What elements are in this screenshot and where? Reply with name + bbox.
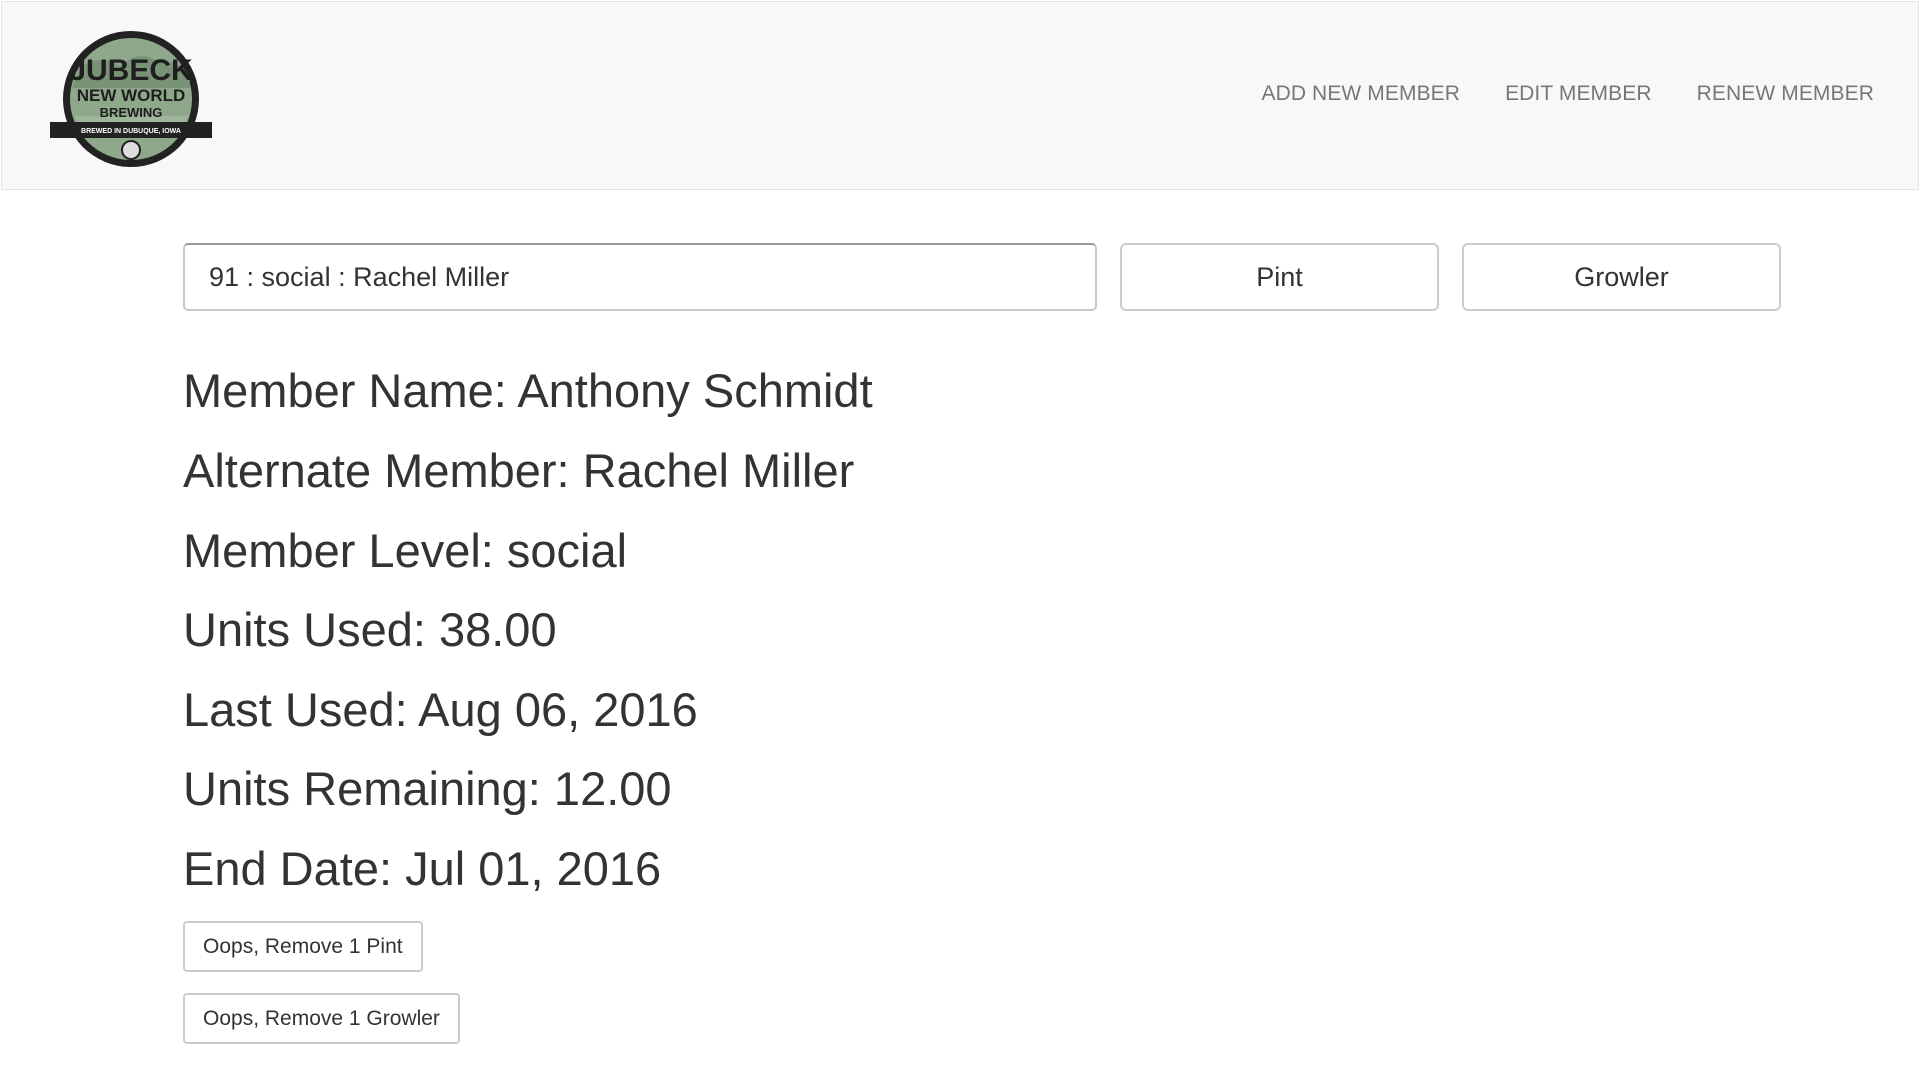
remove-growler-button[interactable]: Oops, Remove 1 Growler	[183, 993, 460, 1044]
brand-logo[interactable]: JUBECK NEW WORLD BREWING BREWED IN DUBUQ…	[50, 28, 212, 170]
nav-edit-member[interactable]: EDIT MEMBER	[1505, 82, 1652, 106]
growler-button[interactable]: Growler	[1462, 243, 1781, 311]
end-date: End Date: Jul 01, 2016	[183, 842, 662, 895]
pint-button[interactable]: Pint	[1120, 243, 1439, 311]
member-level: Member Level: social	[183, 524, 628, 577]
svg-text:NEW WORLD: NEW WORLD	[77, 86, 186, 105]
svg-text:BREWED IN DUBUQUE, IOWA: BREWED IN DUBUQUE, IOWA	[81, 128, 181, 135]
nav-links: ADD NEW MEMBER EDIT MEMBER RENEW MEMBER	[1261, 82, 1874, 106]
units-remaining: Units Remaining: 12.00	[183, 762, 672, 815]
svg-text:JUBECK: JUBECK	[69, 54, 193, 87]
member-name: Member Name: Anthony Schmidt	[183, 364, 873, 417]
remove-pint-button[interactable]: Oops, Remove 1 Pint	[183, 921, 423, 972]
navbar: JUBECK NEW WORLD BREWING BREWED IN DUBUQ…	[1, 1, 1919, 190]
alternate-member: Alternate Member: Rachel Miller	[183, 444, 855, 497]
nav-renew-member[interactable]: RENEW MEMBER	[1697, 82, 1874, 106]
svg-text:BREWING: BREWING	[100, 105, 163, 120]
units-used: Units Used: 38.00	[183, 603, 557, 656]
nav-add-new-member[interactable]: ADD NEW MEMBER	[1261, 82, 1460, 106]
last-used: Last Used: Aug 06, 2016	[183, 683, 698, 736]
member-search-input[interactable]	[183, 243, 1097, 311]
